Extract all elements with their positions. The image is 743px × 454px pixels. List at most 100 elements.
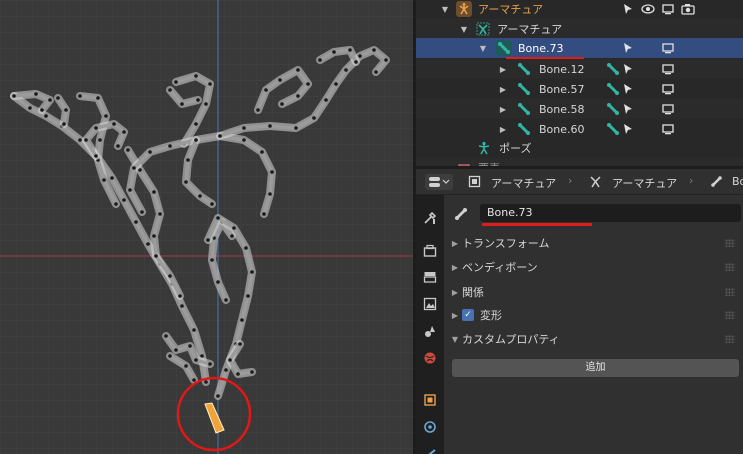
bone-joint[interactable] (264, 88, 268, 92)
drag-grip-icon[interactable] (725, 335, 735, 343)
monitor-icon[interactable] (661, 2, 675, 16)
bone-joint[interactable] (112, 122, 116, 126)
bone-joint[interactable] (268, 192, 272, 196)
drag-grip-icon[interactable] (725, 288, 735, 296)
bone-joint[interactable] (242, 138, 246, 142)
bone-joint[interactable] (174, 348, 178, 352)
bone-joint[interactable] (174, 80, 178, 84)
bone-joint[interactable] (132, 166, 136, 170)
bone-joint[interactable] (242, 126, 246, 130)
monitor-icon[interactable] (661, 41, 675, 55)
bone-joint[interactable] (28, 106, 32, 110)
tab-data[interactable] (419, 442, 441, 454)
bone-joint[interactable] (186, 158, 190, 162)
bone-joint[interactable] (232, 226, 236, 230)
bone-joint[interactable] (238, 342, 242, 346)
outliner-row-armature-object[interactable]: ▼ アーマチュア (416, 0, 743, 19)
bone-joint[interactable] (198, 194, 202, 198)
bone-joint[interactable] (216, 280, 220, 284)
breadcrumb-object[interactable]: アーマチュア (491, 175, 556, 191)
bone-joint[interactable] (12, 94, 16, 98)
bone-joint[interactable] (384, 58, 388, 62)
properties-editor[interactable]: アーマチュア › アーマチュア › Bo Bone.73 ▶ トランスフォーム ▶… (416, 169, 743, 454)
outliner-row-pose[interactable]: ポーズ (416, 138, 743, 158)
bone-joint[interactable] (218, 134, 222, 138)
bone-joint[interactable] (250, 370, 254, 374)
bone-joint[interactable] (332, 50, 336, 54)
breadcrumb-bone[interactable]: Bo (732, 175, 743, 188)
bone-joint[interactable] (62, 122, 66, 126)
cursor-arrow-icon[interactable] (621, 2, 635, 16)
tab-scene[interactable] (419, 320, 441, 342)
viewport-canvas[interactable] (0, 0, 413, 454)
outliner-row-partial[interactable]: 要素 (416, 158, 743, 166)
bone-joint[interactable] (208, 82, 212, 86)
bone-joint[interactable] (84, 138, 88, 142)
bone-joint[interactable] (154, 254, 158, 258)
outliner-panel[interactable]: ▼ アーマチュア ▼ アーマチュア ▼ Bone.73 ▶ Bone.12 ▶ Bon… (416, 0, 743, 166)
panel-deform[interactable]: ▶ ✓ 変形 (448, 303, 739, 327)
bone-joint[interactable] (216, 216, 220, 220)
panel-transform[interactable]: ▶ トランスフォーム (448, 231, 739, 255)
outliner-row-bone-child[interactable]: ▶ Bone.12 (416, 59, 743, 79)
monitor-icon[interactable] (661, 82, 675, 96)
cursor-arrow-icon[interactable] (621, 122, 635, 136)
bone-joint[interactable] (204, 102, 208, 106)
breadcrumb-armature[interactable]: アーマチュア (612, 175, 677, 191)
bone-joint[interactable] (98, 138, 102, 142)
panel-bendy-bones[interactable]: ▶ ベンディボーン (448, 255, 739, 279)
bone-joint[interactable] (114, 202, 118, 206)
bone-joint[interactable] (192, 328, 196, 332)
expand-triangle[interactable]: ▶ (498, 65, 508, 74)
expand-triangle[interactable]: ▶ (498, 105, 508, 114)
bone-joint[interactable] (208, 362, 212, 366)
bone-constraint-icon[interactable] (606, 102, 620, 116)
bone-joint[interactable] (122, 198, 126, 202)
bone-joint[interactable] (110, 176, 114, 180)
bone-joint[interactable] (280, 102, 284, 106)
bone-joint[interactable] (126, 148, 130, 152)
bone-joint[interactable] (104, 114, 108, 118)
bone-joint[interactable] (34, 92, 38, 96)
bone-joint[interactable] (152, 190, 156, 194)
bone-joint[interactable] (244, 246, 248, 250)
monitor-icon[interactable] (661, 122, 675, 136)
bone-joint[interactable] (188, 344, 192, 348)
bone-constraint-icon[interactable] (606, 82, 620, 96)
bone-joint[interactable] (102, 178, 106, 182)
bone-joint[interactable] (40, 108, 44, 112)
bone-joint[interactable] (236, 372, 240, 376)
bone-joint[interactable] (354, 60, 358, 64)
bone-joint[interactable] (348, 48, 352, 52)
expand-triangle[interactable]: ▶ (498, 125, 508, 134)
panel-custom-properties[interactable]: ▼ カスタムプロパティ (448, 327, 739, 351)
drag-grip-icon[interactable] (725, 311, 735, 319)
tab-render[interactable] (419, 240, 441, 262)
tab-modifiers[interactable] (419, 416, 441, 438)
bone-joint[interactable] (180, 102, 184, 106)
bone-joint[interactable] (224, 368, 228, 372)
bone-joint[interactable] (204, 380, 208, 384)
expand-triangle[interactable]: ▼ (440, 5, 450, 14)
cursor-arrow-icon[interactable] (621, 82, 635, 96)
bone-joint[interactable] (180, 304, 184, 308)
bone-joint[interactable] (194, 358, 198, 362)
bone-joint[interactable] (146, 242, 150, 246)
bone-joint[interactable] (122, 130, 126, 134)
bone-joint[interactable] (48, 98, 52, 102)
bone-joint[interactable] (194, 74, 198, 78)
bone-joint[interactable] (230, 234, 234, 238)
outliner-row-bone-child[interactable]: ▶ Bone.58 (416, 99, 743, 119)
expand-triangle[interactable]: ▼ (459, 25, 469, 34)
bone-joint[interactable] (306, 82, 310, 86)
bone-joint[interactable] (78, 138, 82, 142)
deform-checkbox[interactable]: ✓ (462, 309, 474, 321)
bone-joint[interactable] (344, 68, 348, 72)
bone-joint[interactable] (374, 70, 378, 74)
bone-joint[interactable] (168, 144, 172, 148)
bone-joint[interactable] (294, 126, 298, 130)
outliner-row-bone-child[interactable]: ▶ Bone.60 (416, 119, 743, 139)
bone-joint[interactable] (210, 202, 214, 206)
bone-joint[interactable] (64, 108, 68, 112)
bone-joint[interactable] (210, 258, 214, 262)
